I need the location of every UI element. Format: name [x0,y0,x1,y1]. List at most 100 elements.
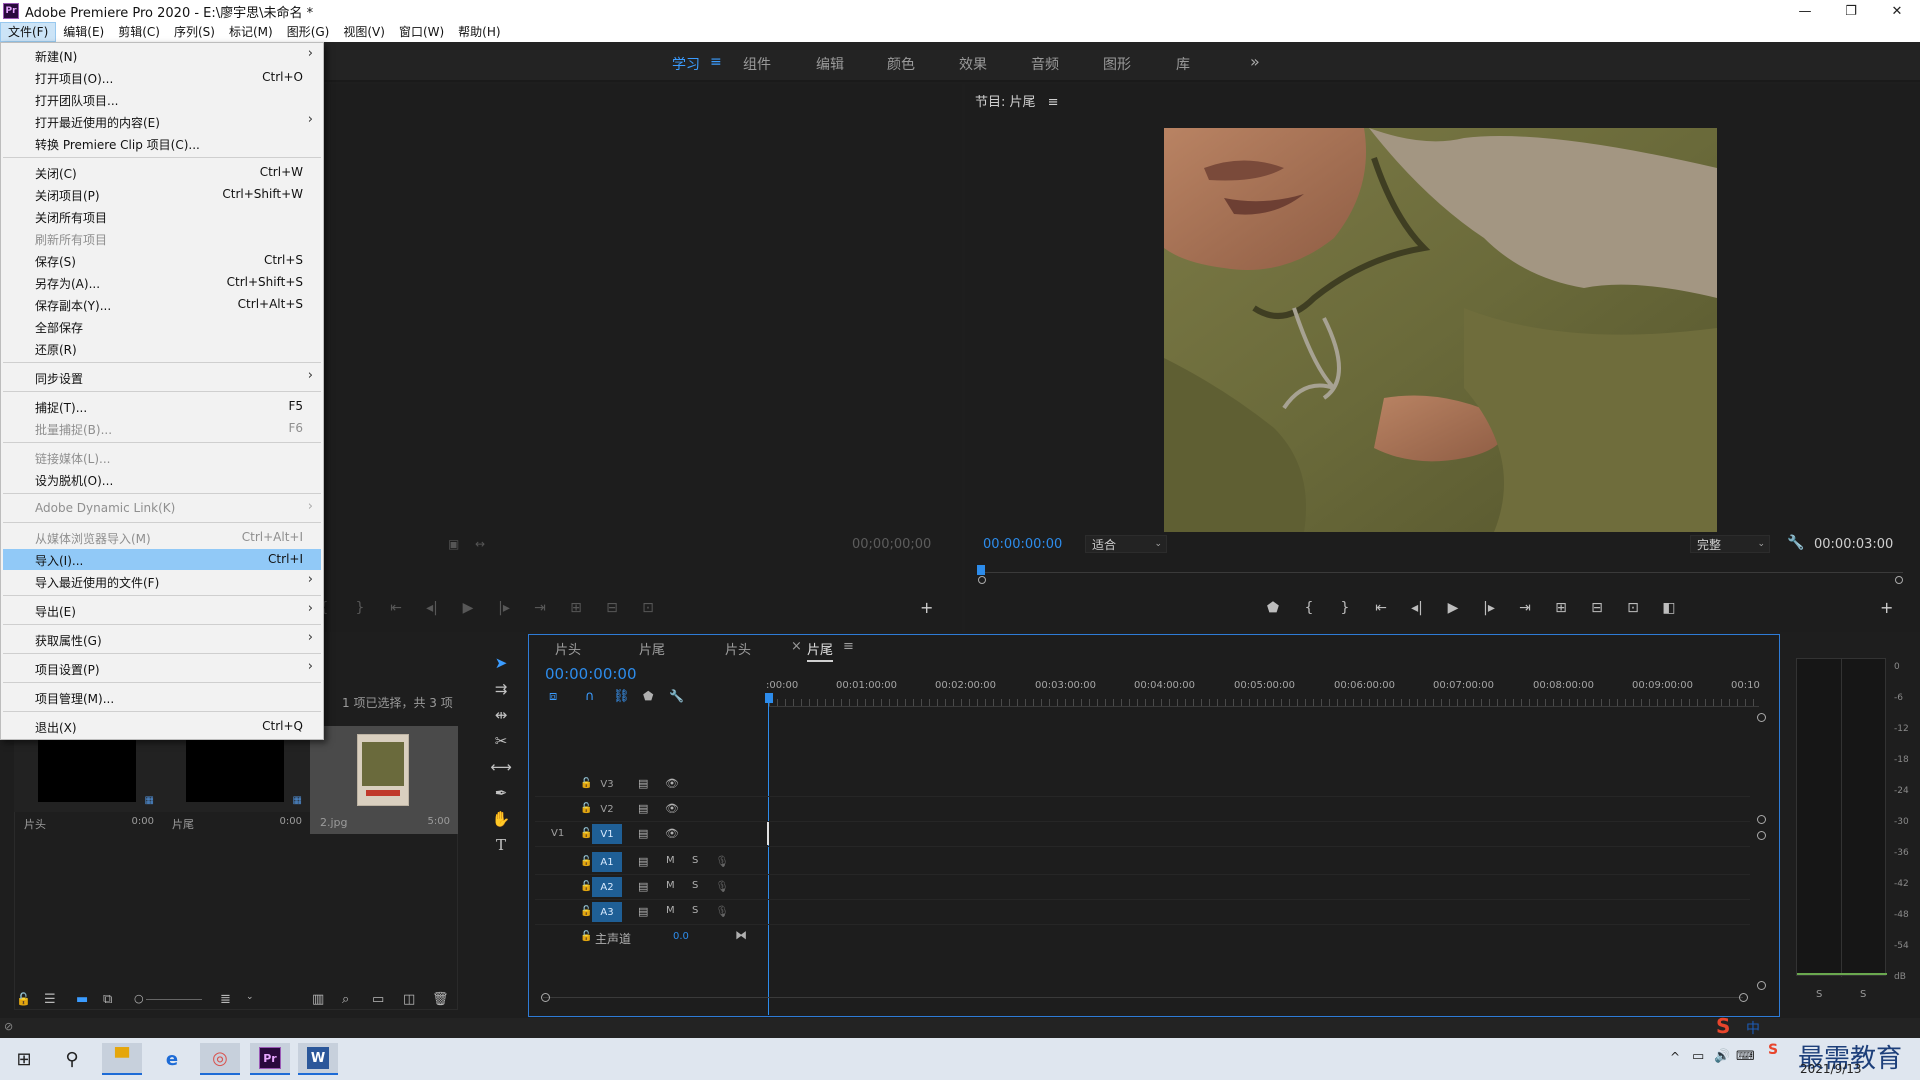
track-v1[interactable]: V1 🔓 V1 ▤ 👁 [535,822,1750,847]
mute-button[interactable]: M [666,880,675,891]
source-step-forward-icon[interactable]: |▸ [486,598,522,618]
menu-item-save[interactable]: 保存(S) Ctrl+S [3,250,321,271]
sync-lock-icon[interactable]: ▤ [638,855,648,868]
input-method-icon[interactable]: ⌨ [1736,1049,1755,1064]
timeline-tab-close-icon[interactable]: × [791,639,802,654]
workspace-tab-graphics[interactable]: 图形 [1103,54,1131,74]
source-goto-out-icon[interactable]: ⇥ [522,598,558,618]
timeline-tab-outro[interactable]: 片尾 [639,639,665,658]
source-drag-icon[interactable]: ↔ [475,537,485,551]
workspace-tab-libraries[interactable]: 库 [1176,54,1190,74]
source-step-back-icon[interactable]: ◂| [414,598,450,618]
timeline-panel-menu-icon[interactable]: ≡ [843,639,854,654]
list-view-icon[interactable]: ☰ [44,992,56,1007]
menu-item-close[interactable]: 关闭(C) Ctrl+W [3,162,321,183]
program-lift-icon[interactable]: ⊞ [1543,598,1579,618]
edge-browser-icon[interactable]: e [152,1043,192,1075]
vertical-scroll-handle-bottom[interactable] [1757,981,1766,990]
snap-icon[interactable]: ∩ [585,689,595,704]
program-fit-select[interactable]: 适合 ⌄ [1085,535,1167,553]
solo-button[interactable]: S [692,880,698,891]
minimize-button[interactable]: — [1782,0,1828,22]
track-target-a1[interactable]: A1 [592,852,622,872]
icon-view-icon[interactable]: ▬ [76,992,88,1007]
menu-item-open-team-project[interactable]: 打开团队项目... [3,89,321,110]
premiere-taskbar-icon[interactable]: Pr [250,1043,290,1075]
close-button[interactable]: ✕ [1874,0,1920,22]
workspace-tab-color[interactable]: 颜色 [887,54,915,74]
workspace-tab-editing[interactable]: 编辑 [816,54,844,74]
timeline-settings-wrench-icon[interactable]: 🔧 [669,689,684,703]
track-target-a2[interactable]: A2 [592,877,622,897]
microphone-icon[interactable]: 🎙 [715,880,729,893]
clock-date[interactable]: 2021/9/13 [1800,1062,1862,1076]
eye-icon[interactable]: 👁 [665,777,679,790]
hand-tool-icon[interactable]: ✋ [488,808,514,830]
solo-button[interactable]: S [692,855,698,866]
program-step-forward-icon[interactable]: |▸ [1471,598,1507,618]
eye-icon[interactable]: 👁 [665,827,679,840]
program-playhead-timecode[interactable]: 00:00:00:00 [983,537,1062,552]
source-goto-in-icon[interactable]: ⇤ [378,598,414,618]
track-target-a3[interactable]: A3 [592,902,622,922]
program-quality-select[interactable]: 完整 ⌄ [1690,535,1770,553]
eye-icon[interactable]: 👁 [665,802,679,815]
wrench-icon[interactable]: 🔧 [1787,535,1804,551]
new-item-icon[interactable]: ◫ [403,992,415,1007]
tray-overflow-icon[interactable]: ^ [1670,1050,1680,1064]
screen-capture-app-icon[interactable]: ◎ [200,1043,240,1075]
lock-icon[interactable]: 🔓 [580,828,592,839]
source-add-button-icon[interactable]: + [920,598,933,617]
track-target-v2[interactable]: V2 [592,799,622,819]
sort-icon[interactable]: ≣ [220,992,231,1007]
linked-selection-icon[interactable]: ⛓ [613,689,630,704]
source-play-icon[interactable]: ▶ [450,598,486,618]
track-a2[interactable]: 🔓 A2 ▤ M S 🎙 [535,875,1750,900]
go-to-end-icon[interactable]: ⧓ [735,928,747,942]
program-playhead-handle[interactable] [977,565,985,575]
trash-icon[interactable]: 🗑 [432,992,449,1007]
windows-start-icon[interactable]: ⊞ [4,1043,44,1075]
search-icon[interactable]: ⚲ [52,1043,92,1075]
mute-button[interactable]: M [666,905,675,916]
menu-item-save-all[interactable]: 全部保存 [3,316,321,337]
menu-window[interactable]: 窗口(W) [392,22,451,42]
track-a1[interactable]: 🔓 A1 ▤ M S 🎙 [535,850,1750,875]
workspace-menu-icon[interactable]: ≡ [710,54,722,70]
sogou-ime-icon[interactable]: S [1716,1014,1730,1038]
master-volume-value[interactable]: 0.0 [673,931,689,942]
menu-item-export[interactable]: 导出(E) › [3,600,321,621]
solo-right-button[interactable]: S [1860,989,1866,1000]
source-insert-icon[interactable]: ⊞ [558,598,594,618]
network-icon[interactable]: ▭ [1692,1049,1704,1064]
program-step-back-icon[interactable]: ◂| [1399,598,1435,618]
menu-markers[interactable]: 标记(M) [222,22,280,42]
timeline-tab-intro-2[interactable]: 片头 [725,639,751,658]
menu-item-new[interactable]: 新建(N) › [3,45,321,66]
program-add-button-icon[interactable]: + [1880,598,1893,617]
timeline-playhead-timecode[interactable]: 00:00:00:00 [545,665,637,683]
source-marker-icon[interactable]: ▣ [448,537,459,551]
menu-view[interactable]: 视图(V) [336,22,392,42]
menu-edit[interactable]: 编辑(E) [56,22,111,42]
program-scrub-track[interactable] [983,572,1903,573]
sync-lock-icon[interactable]: ▤ [638,802,648,815]
volume-icon[interactable]: 🔊 [1714,1049,1730,1064]
chevron-down-icon[interactable]: ⌄ [246,992,254,1002]
add-marker-icon[interactable]: ⬟ [643,689,653,703]
lock-icon[interactable]: 🔓 [580,778,592,789]
track-a3[interactable]: 🔓 A3 ▤ M S 🎙 [535,900,1750,925]
project-item-image[interactable]: 2.jpg 5:00 [310,726,458,834]
ripple-edit-tool-icon[interactable]: ⇹ [488,704,514,726]
program-goto-in-icon[interactable]: ⇤ [1363,598,1399,618]
microphone-icon[interactable]: 🎙 [715,855,729,868]
sync-lock-icon[interactable]: ▤ [638,777,648,790]
menu-item-open-project[interactable]: 打开项目(O)... Ctrl+O [3,67,321,88]
program-compare-icon[interactable]: ◧ [1651,598,1687,618]
source-export-frame-icon[interactable]: ⊡ [630,598,666,618]
program-play-icon[interactable]: ▶ [1435,598,1471,618]
zoom-slider-handle[interactable]: ○ [134,992,144,1005]
zoom-slider-track[interactable] [146,999,202,1000]
sync-lock-icon[interactable]: ▤ [638,880,648,893]
menu-file[interactable]: 文件(F) [0,22,57,42]
